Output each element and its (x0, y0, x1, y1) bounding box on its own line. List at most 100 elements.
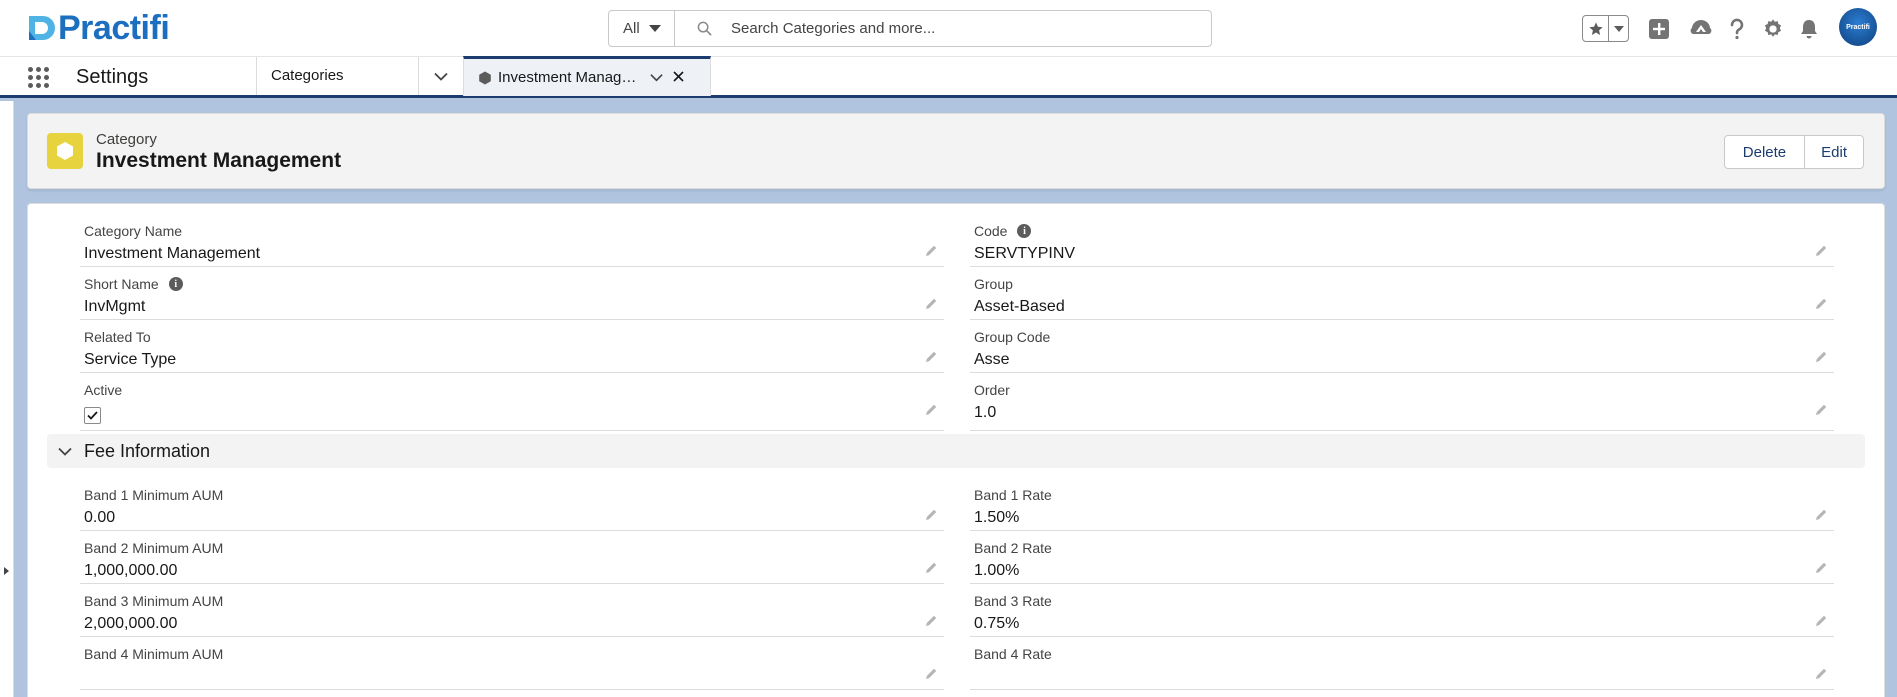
practifi-logo[interactable]: Practifi (26, 9, 170, 47)
field-value: SERVTYPINV (974, 245, 1076, 262)
hexagon-icon (57, 142, 73, 160)
bell-icon (1801, 20, 1817, 39)
field-value: 1,000,000.00 (84, 562, 178, 579)
field-value: Asset-Based (974, 298, 1065, 315)
info-icon[interactable]: i (1017, 224, 1032, 238)
pencil-icon[interactable] (1814, 297, 1828, 316)
field-label: Active (84, 382, 123, 398)
field-label: Band 1 Minimum AUM (84, 487, 224, 503)
pencil-icon[interactable] (1814, 614, 1828, 633)
tab-label: Investment Management (498, 69, 638, 86)
field-value: 0.75% (974, 615, 1020, 632)
pencil-icon[interactable] (924, 667, 938, 686)
search-input[interactable] (731, 11, 1201, 46)
field-active: Active (80, 373, 944, 431)
field-band3-rate: Band 3 Rate 0.75% (970, 584, 1834, 637)
global-search: All (608, 10, 1212, 47)
nav-menu-dropdown[interactable] (418, 57, 463, 95)
pencil-icon[interactable] (1814, 403, 1828, 422)
field-value: Asse (974, 351, 1010, 368)
add-icon (1649, 19, 1669, 39)
field-label-text: Code (974, 223, 1008, 239)
favorites-button[interactable] (1583, 16, 1609, 41)
field-value: 1.00% (974, 562, 1020, 579)
help-icon (1730, 18, 1744, 40)
pencil-icon[interactable] (924, 244, 938, 263)
app-nav-bar: Settings Categories Investment Managemen… (0, 56, 1897, 98)
nav-item-label: Categories (271, 67, 344, 84)
field-value: 0.00 (84, 509, 116, 526)
info-icon[interactable]: i (168, 277, 183, 291)
pencil-icon[interactable] (924, 614, 938, 633)
edit-button[interactable]: Edit (1804, 136, 1863, 168)
pencil-icon[interactable] (924, 350, 938, 369)
pencil-icon[interactable] (924, 403, 938, 422)
field-band4-rate: Band 4 Rate (970, 637, 1834, 690)
pencil-icon[interactable] (1814, 350, 1828, 369)
trailhead-button[interactable] (1687, 15, 1715, 43)
field-label: Group (974, 276, 1013, 292)
delete-button[interactable]: Delete (1724, 136, 1805, 168)
gear-icon (1764, 19, 1782, 37)
app-launcher-icon[interactable] (28, 67, 50, 89)
setup-button[interactable] (1759, 15, 1787, 43)
field-band1-rate: Band 1 Rate 1.50% (970, 478, 1834, 531)
record-detail-card: Category Name Investment Management Code… (27, 203, 1885, 697)
user-avatar[interactable]: Practifi (1839, 8, 1877, 46)
section-title: Fee Information (84, 440, 211, 461)
record-header: Category Investment Management Delete Ed… (27, 113, 1885, 189)
help-button[interactable] (1723, 15, 1751, 43)
app-name: Settings (76, 66, 149, 88)
global-header: Practifi All Practifi (0, 0, 1897, 56)
field-related-to: Related To Service Type (80, 320, 944, 373)
avatar-text: Practifi (1846, 23, 1870, 31)
pencil-icon[interactable] (924, 508, 938, 527)
favorites-button-group (1582, 15, 1629, 42)
tab-investment-management[interactable]: Investment Management (463, 56, 711, 96)
pencil-icon[interactable] (1814, 561, 1828, 580)
section-header-fee-information[interactable]: Fee Information (47, 434, 1865, 468)
pencil-icon[interactable] (924, 297, 938, 316)
field-label: Band 1 Rate (974, 487, 1052, 503)
field-label: Category Name (84, 223, 183, 239)
trailhead-icon (1690, 20, 1712, 34)
field-value: 1.0 (974, 404, 997, 421)
search-icon (697, 21, 712, 41)
field-value: 2,000,000.00 (84, 615, 178, 632)
favorites-dropdown[interactable] (1609, 16, 1628, 41)
tab-close-button[interactable] (673, 69, 684, 87)
record-title: Investment Management (96, 149, 342, 172)
field-value: Investment Management (84, 245, 261, 262)
global-actions-button[interactable] (1645, 15, 1673, 43)
left-rail[interactable] (0, 101, 14, 697)
field-category-name: Category Name Investment Management (80, 214, 944, 267)
field-label: Related To (84, 329, 151, 345)
nav-item-categories[interactable]: Categories (256, 57, 418, 95)
star-icon (1588, 21, 1603, 35)
field-group: Group Asset-Based (970, 267, 1834, 320)
caret-down-icon (1613, 25, 1624, 32)
field-label: Group Code (974, 329, 1051, 345)
field-band1-minimum-aum: Band 1 Minimum AUM 0.00 (80, 478, 944, 531)
expand-arrow-icon[interactable] (4, 567, 9, 575)
field-label: Short Name i (84, 276, 183, 292)
category-hexagon-icon (479, 71, 491, 84)
search-scope-dropdown[interactable]: All (609, 11, 675, 46)
pencil-icon[interactable] (1814, 244, 1828, 263)
field-label-text: Short Name (84, 276, 159, 292)
caret-down-icon (648, 25, 661, 32)
pencil-icon[interactable] (1814, 667, 1828, 686)
field-band2-minimum-aum: Band 2 Minimum AUM 1,000,000.00 (80, 531, 944, 584)
tab-actions-dropdown[interactable] (650, 69, 663, 86)
field-band3-minimum-aum: Band 3 Minimum AUM 2,000,000.00 (80, 584, 944, 637)
logo-text: Practifi (58, 9, 170, 47)
field-code: Code i SERVTYPINV (970, 214, 1834, 267)
field-label: Band 2 Rate (974, 540, 1052, 556)
field-label: Band 4 Rate (974, 646, 1052, 662)
chevron-down-icon (650, 74, 663, 82)
field-label: Order (974, 382, 1010, 398)
pencil-icon[interactable] (924, 561, 938, 580)
pencil-icon[interactable] (1814, 508, 1828, 527)
category-record-icon (47, 133, 83, 169)
notifications-button[interactable] (1795, 15, 1823, 43)
